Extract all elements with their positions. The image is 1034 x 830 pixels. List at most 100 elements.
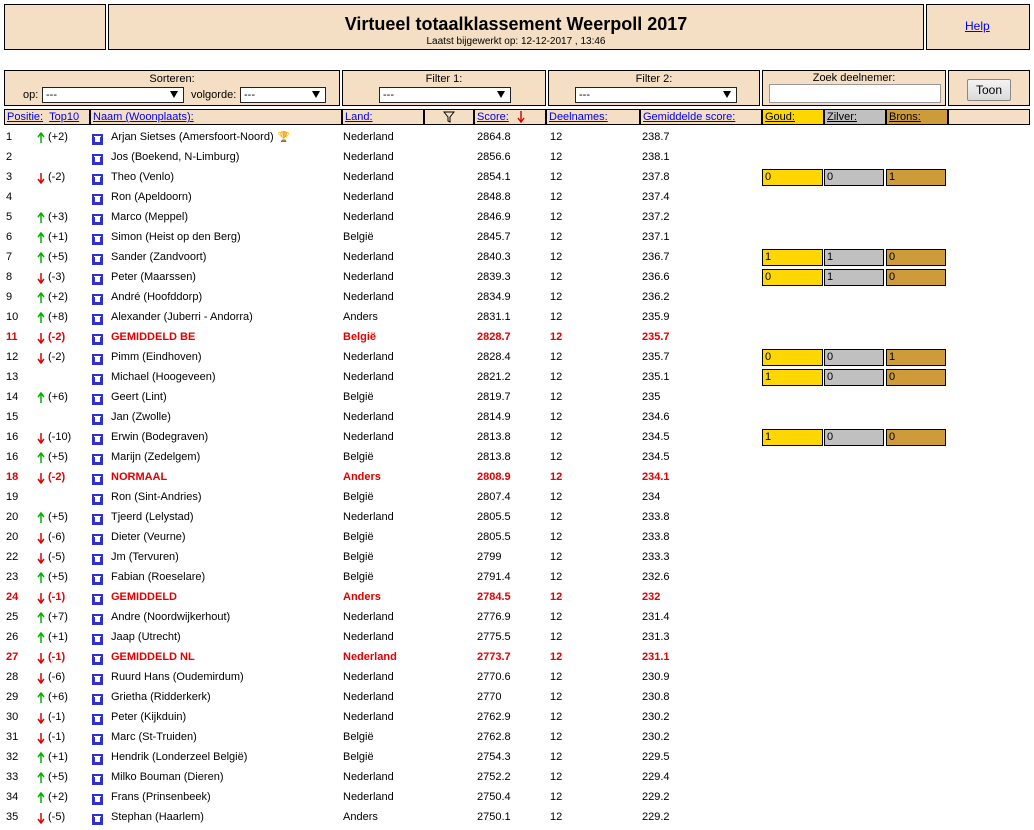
name-cell[interactable]: Peter (Maarssen) [111,271,196,283]
sort-positie-link[interactable]: Positie: [7,111,43,123]
participant-icon[interactable] [92,254,103,265]
participant-icon[interactable] [92,654,103,665]
participant-icon[interactable] [92,494,103,505]
name-cell[interactable]: Marc (St-Truiden) [111,731,197,743]
participant-icon[interactable] [92,594,103,605]
participant-icon[interactable] [92,634,103,645]
participant-icon[interactable] [92,274,103,285]
participant-icon[interactable] [92,694,103,705]
name-cell[interactable]: Peter (Kijkduin) [111,711,186,723]
participant-icon[interactable] [92,394,103,405]
name-cell[interactable]: Marijn (Zedelgem) [111,451,200,463]
name-cell[interactable]: Jos (Boekend, N-Limburg) [111,151,239,163]
name-cell[interactable]: Frans (Prinsenbeek) [111,791,211,803]
name-cell[interactable]: Tjeerd (Lelystad) [111,511,194,523]
name-cell[interactable]: Jm (Tervuren) [111,551,179,563]
participant-icon[interactable] [92,774,103,785]
name-cell[interactable]: Geert (Lint) [111,391,167,403]
name-cell[interactable]: Pimm (Eindhoven) [111,351,201,363]
participant-icon[interactable] [92,354,103,365]
name-cell[interactable]: NORMAAL [111,471,167,483]
name-cell[interactable]: Ron (Apeldoorn) [111,191,192,203]
filter-icon[interactable] [443,111,455,123]
help-link[interactable]: Help [965,19,990,33]
land-cell: Nederland [343,791,394,803]
change-cell: (+5) [48,511,68,523]
participant-icon[interactable] [92,714,103,725]
sort-order-select[interactable]: --- [240,87,326,103]
name-cell[interactable]: GEMIDDELD BE [111,331,195,343]
participant-icon[interactable] [92,794,103,805]
name-cell[interactable]: Ruurd Hans (Oudemirdum) [111,671,244,683]
sort-zilver-link[interactable]: Zilver: [827,111,857,123]
participant-name: Pimm (Eindhoven) [111,351,202,363]
change-cell: (+6) [48,691,68,703]
sort-brons-link[interactable]: Brons: [889,111,921,123]
name-cell[interactable]: Milko Bouman (Dieren) [111,771,223,783]
search-input[interactable] [769,84,941,103]
name-cell[interactable]: Jaap (Utrecht) [111,631,181,643]
deelnames-cell: 12 [550,131,563,143]
table-row: 20 (+5) Tjeerd (Lelystad) Nederland 2805.5 12… [0,508,1034,528]
participant-icon[interactable] [92,434,103,445]
name-cell[interactable]: Jan (Zwolle) [111,411,171,423]
participant-icon[interactable] [92,214,103,225]
name-cell[interactable]: André (Hoofddorp) [111,291,202,303]
participant-icon[interactable] [92,154,103,165]
participant-icon[interactable] [92,334,103,345]
participant-icon[interactable] [92,514,103,525]
participant-icon[interactable] [92,674,103,685]
participant-icon[interactable] [92,614,103,625]
participant-icon[interactable] [92,734,103,745]
land-cell: Nederland [343,211,394,223]
sort-land-link[interactable]: Land: [345,111,373,123]
participant-icon[interactable] [92,194,103,205]
sort-gemiddelde-link[interactable]: Gemiddelde score: [643,111,735,123]
participant-icon[interactable] [92,294,103,305]
position-cell: 3 [6,171,13,183]
participant-icon[interactable] [92,814,103,825]
filter1-select[interactable]: --- [379,87,511,103]
name-cell[interactable]: Arjan Sietses (Amersfoort-Noord) 🏆 [111,131,290,143]
name-cell[interactable]: Stephan (Haarlem) [111,811,204,823]
sort-naam-link[interactable]: Naam (Woonplaats): [93,111,194,123]
participant-icon[interactable] [92,474,103,485]
name-cell[interactable]: GEMIDDELD [111,591,177,603]
name-cell[interactable]: Simon (Heist op den Berg) [111,231,241,243]
name-cell[interactable]: Grietha (Ridderkerk) [111,691,211,703]
participant-icon[interactable] [92,314,103,325]
filter2-select[interactable]: --- [575,87,737,103]
sort-goud-link[interactable]: Goud: [765,111,795,123]
name-cell[interactable]: Hendrik (Londerzeel België) [111,751,247,763]
sort-top10-link[interactable]: Top10 [49,111,79,123]
participant-icon[interactable] [92,234,103,245]
name-cell[interactable]: GEMIDDELD NL [111,651,195,663]
participant-icon[interactable] [92,414,103,425]
name-cell[interactable]: Andre (Noordwijkerhout) [111,611,230,623]
participant-icon[interactable] [92,574,103,585]
name-cell[interactable]: Sander (Zandvoort) [111,251,206,263]
participant-icon[interactable] [92,754,103,765]
name-cell[interactable]: Erwin (Bodegraven) [111,431,208,443]
participant-icon[interactable] [92,534,103,545]
participant-icon[interactable] [92,134,103,145]
participant-icon[interactable] [92,174,103,185]
sort-op-select[interactable]: --- [42,87,184,103]
name-cell[interactable]: Ron (Sint-Andries) [111,491,201,503]
participant-icon[interactable] [92,374,103,385]
sort-score-link[interactable]: Score: [477,111,509,123]
name-cell[interactable]: Fabian (Roeselare) [111,571,205,583]
name-cell[interactable]: Theo (Venlo) [111,171,174,183]
sort-op-value: --- [46,89,57,101]
sort-deelnames-link[interactable]: Deelnames: [549,111,608,123]
name-cell[interactable]: Dieter (Veurne) [111,531,186,543]
participant-icon[interactable] [92,554,103,565]
name-cell[interactable]: Alexander (Juberri - Andorra) [111,311,253,323]
name-cell[interactable]: Michael (Hoogeveen) [111,371,216,383]
toon-button[interactable]: Toon [967,79,1011,101]
name-cell[interactable]: Marco (Meppel) [111,211,188,223]
participant-name: Jan (Zwolle) [111,411,171,423]
participant-name: Alexander (Juberri - Andorra) [111,311,253,323]
gemiddelde-cell: 230.2 [642,731,670,743]
participant-icon[interactable] [92,454,103,465]
